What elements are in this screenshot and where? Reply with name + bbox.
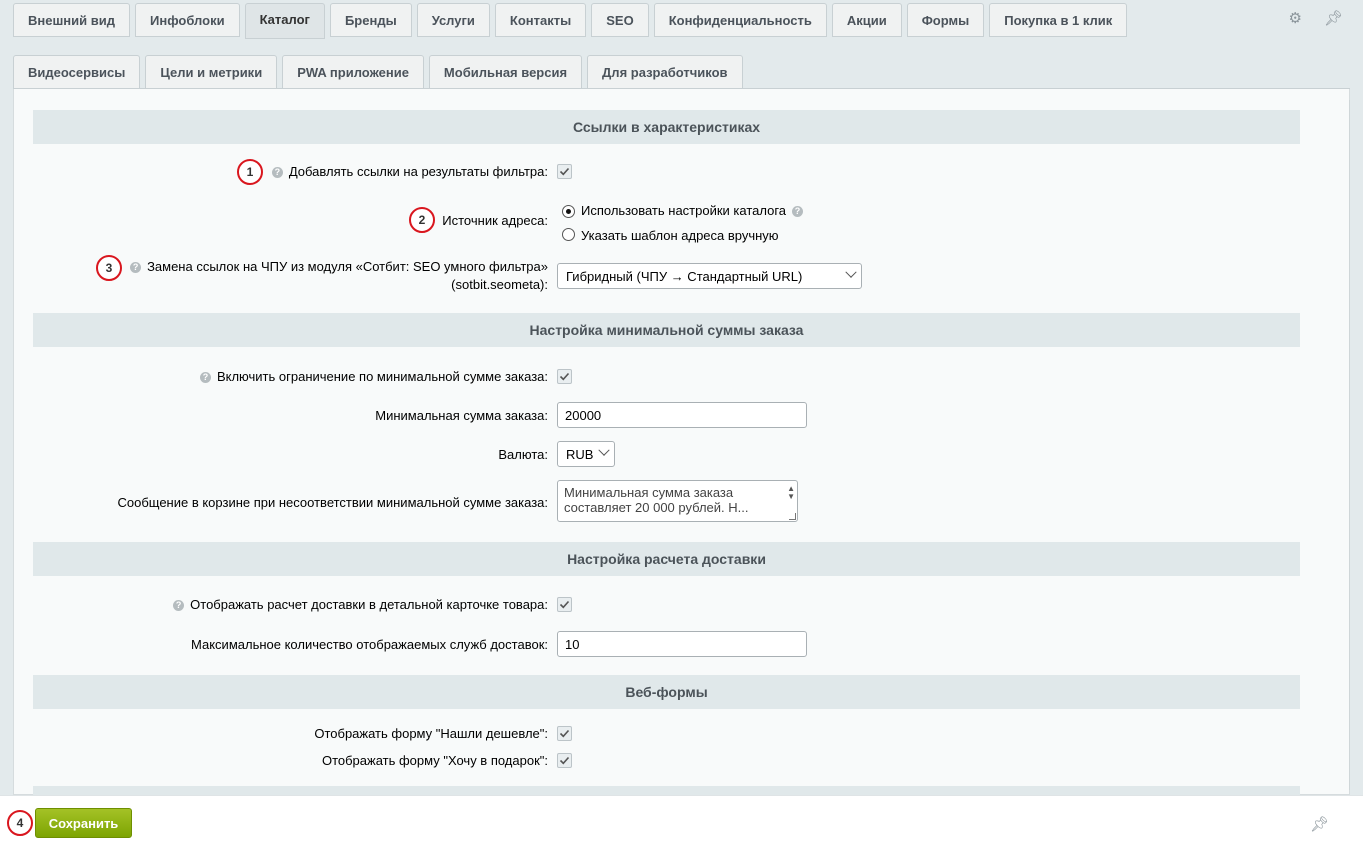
help-icon[interactable]: ?: [130, 262, 142, 274]
add-links-label: ? Добавлять ссылки на результаты фильтра:: [271, 163, 548, 181]
min-order-message-textarea[interactable]: Минимальная сумма заказа составляет 20 0…: [557, 480, 798, 522]
tab-privacy[interactable]: Конфиденциальность: [653, 3, 827, 37]
gear-icon[interactable]: ⚙: [1289, 9, 1302, 27]
source-radio-manual-label: Указать шаблон адреса вручную: [581, 228, 779, 243]
tab-mobile[interactable]: Мобильная версия: [428, 55, 583, 89]
delivery-max-label: Максимальное количество отображаемых слу…: [191, 637, 548, 652]
section-title: Ссылки в характеристиках: [572, 119, 761, 135]
tab-catalog[interactable]: Каталог: [244, 3, 325, 39]
tab-promotions[interactable]: Акции: [831, 3, 902, 37]
save-button[interactable]: Сохранить: [35, 808, 132, 838]
min-order-message-label: Сообщение в корзине при несоответствии м…: [117, 495, 548, 510]
form-gift-label: Отображать форму "Хочу в подарок":: [321, 753, 548, 768]
tabs-row-1: Внешний вид Инфоблоки Каталог Бренды Усл…: [13, 3, 1132, 39]
currency-label: Валюта:: [498, 447, 548, 462]
currency-value: RUB: [566, 446, 594, 462]
help-icon[interactable]: ?: [173, 600, 185, 612]
check-icon: [559, 729, 570, 738]
check-icon: [559, 372, 570, 381]
source-label: Источник адреса:: [442, 213, 548, 228]
form-cheaper-checkbox[interactable]: [557, 726, 572, 741]
source-radio-catalog[interactable]: [562, 205, 575, 218]
replace-links-label: ? Замена ссылок на ЧПУ из модуля «Сотбит:…: [130, 258, 548, 294]
replace-links-select[interactable]: Гибридный (ЧПУ → Стандартный URL): [557, 263, 862, 289]
delivery-show-checkbox[interactable]: [557, 597, 572, 612]
tab-forms[interactable]: Формы: [906, 3, 985, 37]
tab-services[interactable]: Услуги: [416, 3, 490, 37]
help-icon[interactable]: ?: [792, 206, 804, 218]
textarea-scroll-arrows[interactable]: ▲ ▼: [787, 485, 795, 501]
marker-2: 2: [409, 207, 435, 233]
bottom-bar: [0, 795, 1363, 853]
tab-video-services[interactable]: Видеосервисы: [13, 55, 141, 89]
tabs-row-2: Видеосервисы Цели и метрики PWA приложен…: [13, 55, 748, 89]
source-radio-manual[interactable]: [562, 228, 575, 241]
min-order-message-text: Минимальная сумма заказа составляет 20 0…: [564, 485, 749, 515]
marker-4: 4: [7, 810, 33, 836]
source-radio-catalog-label: Использовать настройки каталога?: [581, 203, 809, 218]
top-icons: ⚙ 📌︎: [1289, 9, 1344, 27]
tab-pwa[interactable]: PWA приложение: [282, 55, 424, 89]
section-title: Настройка расчета доставки: [567, 551, 766, 567]
min-order-enable-checkbox[interactable]: [557, 369, 572, 384]
section-title: Настройка минимальной суммы заказа: [529, 322, 804, 338]
section-next-header: [33, 786, 1300, 795]
tab-developers[interactable]: Для разработчиков: [587, 55, 743, 89]
delivery-max-input[interactable]: 10: [557, 631, 807, 657]
currency-select[interactable]: RUB: [557, 441, 615, 467]
pin-icon[interactable]: 📌︎: [1310, 815, 1329, 833]
section-min-order-header: Настройка минимальной суммы заказа: [33, 313, 1300, 347]
resize-handle-icon[interactable]: [789, 513, 796, 520]
replace-links-value: Гибридный (ЧПУ → Стандартный URL): [566, 268, 803, 284]
marker-3: 3: [96, 255, 122, 281]
section-webforms-header: Веб-формы: [33, 675, 1300, 709]
add-links-checkbox[interactable]: [557, 164, 572, 179]
tab-seo[interactable]: SEO: [591, 3, 649, 37]
min-order-sum-input[interactable]: 20000: [557, 402, 807, 428]
min-order-enable-label: ? Включить ограничение по минимальной сум…: [199, 368, 548, 386]
check-icon: [559, 600, 570, 609]
check-icon: [559, 167, 570, 176]
min-order-sum-label: Минимальная сумма заказа:: [375, 408, 548, 423]
chevron-down-icon: [598, 444, 610, 456]
help-icon[interactable]: ?: [271, 167, 283, 179]
tab-brands[interactable]: Бренды: [329, 3, 412, 37]
tab-one-click-buy[interactable]: Покупка в 1 клик: [989, 3, 1128, 37]
tab-goals-metrics[interactable]: Цели и метрики: [145, 55, 278, 89]
section-title: Веб-формы: [625, 684, 708, 700]
tab-infoblocks[interactable]: Инфоблоки: [135, 3, 240, 37]
chevron-down-icon: [845, 266, 857, 278]
check-icon: [559, 756, 570, 765]
tab-appearance[interactable]: Внешний вид: [13, 3, 130, 37]
section-links-header: Ссылки в характеристиках: [33, 110, 1300, 144]
section-delivery-header: Настройка расчета доставки: [33, 542, 1300, 576]
pin-icon[interactable]: 📌︎: [1324, 9, 1343, 27]
marker-1: 1: [237, 159, 263, 185]
form-cheaper-label: Отображать форму "Нашли дешевле":: [314, 726, 548, 741]
form-gift-checkbox[interactable]: [557, 753, 572, 768]
panel-scrollbar[interactable]: [1349, 100, 1350, 790]
help-icon[interactable]: ?: [199, 372, 211, 384]
tab-contacts[interactable]: Контакты: [494, 3, 587, 37]
delivery-show-label: ? Отображать расчет доставки в детальной …: [173, 596, 548, 614]
